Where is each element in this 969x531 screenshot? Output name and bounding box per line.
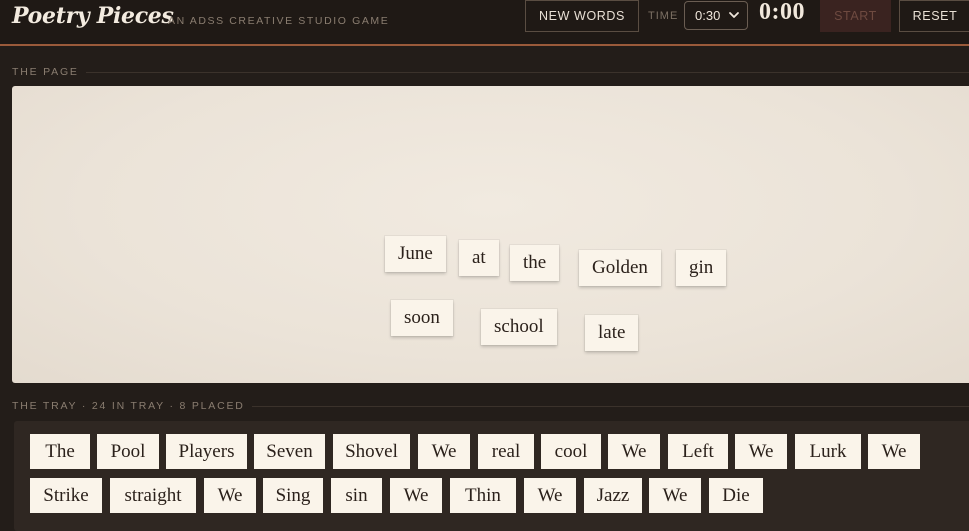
- tray-word-tile[interactable]: The: [30, 434, 90, 469]
- placed-word-tile[interactable]: at: [459, 240, 499, 276]
- tray-word-tile[interactable]: Left: [668, 434, 728, 469]
- tray-word-tile[interactable]: Thin: [450, 478, 516, 513]
- placed-word-tile[interactable]: school: [481, 309, 557, 345]
- tray-word-tile[interactable]: We: [418, 434, 470, 469]
- time-select-value: 0:30: [695, 8, 721, 23]
- tray-word-tile[interactable]: sin: [331, 478, 382, 513]
- tray-word-tile[interactable]: We: [868, 434, 920, 469]
- tray-word-tile[interactable]: Seven: [254, 434, 325, 469]
- brand-title: Poetry Pieces: [12, 3, 174, 29]
- tray-word-tile[interactable]: Strike: [30, 478, 102, 513]
- tray-word-tile[interactable]: We: [735, 434, 787, 469]
- new-words-button[interactable]: NEW WORDS: [525, 0, 639, 32]
- word-tray[interactable]: The Pool Players Seven Shovel We real co…: [14, 421, 969, 531]
- tray-word-tile[interactable]: straight: [110, 478, 196, 513]
- brand-tagline: AN ADSS CREATIVE STUDIO GAME: [168, 15, 390, 27]
- tray-word-tile[interactable]: We: [649, 478, 701, 513]
- header-bar: Poetry Pieces AN ADSS CREATIVE STUDIO GA…: [0, 0, 969, 46]
- placed-word-tile[interactable]: late: [585, 315, 639, 351]
- time-label: TIME: [648, 10, 679, 22]
- time-select[interactable]: 0:30: [684, 1, 748, 30]
- tray-word-tile[interactable]: Die: [709, 478, 763, 513]
- placed-word-tile[interactable]: Golden: [579, 250, 661, 286]
- tray-word-tile[interactable]: We: [390, 478, 442, 513]
- page-section-label: THE PAGE: [12, 66, 79, 78]
- tray-word-tile[interactable]: We: [524, 478, 576, 513]
- tray-word-tile[interactable]: Sing: [263, 478, 323, 513]
- start-button[interactable]: START: [820, 0, 891, 32]
- tray-section-divider: [252, 406, 969, 407]
- page-section-divider: [86, 72, 969, 73]
- tray-word-tile[interactable]: Players: [166, 434, 247, 469]
- tray-word-tile[interactable]: Jazz: [584, 478, 642, 513]
- poem-page[interactable]: June at the Golden gin soon school late: [12, 86, 969, 383]
- placed-word-tile[interactable]: June: [385, 236, 446, 272]
- placed-word-tile[interactable]: the: [510, 245, 560, 281]
- chevron-down-icon: [729, 12, 739, 18]
- tray-word-tile[interactable]: real: [478, 434, 534, 469]
- tray-word-tile[interactable]: We: [608, 434, 660, 469]
- tray-word-tile[interactable]: Pool: [97, 434, 159, 469]
- tray-word-tile[interactable]: We: [204, 478, 256, 513]
- tray-word-tile[interactable]: Shovel: [333, 434, 410, 469]
- reset-button[interactable]: RESET: [899, 0, 969, 32]
- placed-word-tile[interactable]: soon: [391, 300, 453, 336]
- countdown-timer: 0:00: [759, 0, 805, 25]
- tray-word-tile[interactable]: Lurk: [795, 434, 861, 469]
- tray-word-tile[interactable]: cool: [541, 434, 601, 469]
- tray-section-label: THE TRAY · 24 IN TRAY · 8 PLACED: [12, 400, 245, 412]
- placed-word-tile[interactable]: gin: [676, 250, 727, 286]
